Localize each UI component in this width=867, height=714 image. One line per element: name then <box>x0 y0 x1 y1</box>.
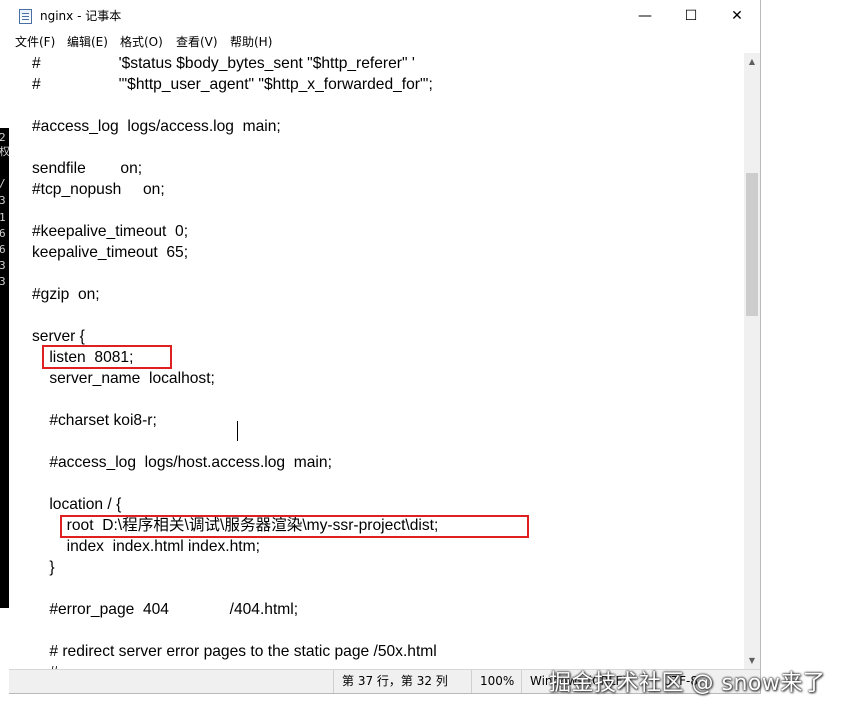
status-zoom: 100% <box>471 670 521 693</box>
background-terminal: 2 权 / 3 1 6 6 3 3 <box>0 128 9 608</box>
menu-file[interactable]: 文件(F) <box>15 34 55 51</box>
editor-line[interactable] <box>32 620 438 641</box>
editor-line[interactable]: #keepalive_timeout 0; <box>32 221 438 242</box>
menu-view[interactable]: 查看(V) <box>176 34 218 51</box>
scroll-up-arrow-icon[interactable]: ▲ <box>744 53 760 70</box>
menu-help[interactable]: 帮助(H) <box>230 34 272 51</box>
editor-line[interactable] <box>32 473 438 494</box>
watermark: 掘金技术社区 @ snow来了 <box>549 671 826 696</box>
highlight-root <box>60 515 529 538</box>
highlight-listen <box>42 345 172 369</box>
terminal-char: 6 <box>0 228 6 240</box>
scroll-thumb[interactable] <box>746 173 758 316</box>
minimize-button[interactable]: — <box>622 0 668 32</box>
title-bar[interactable]: nginx - 记事本 — ☐ ✕ <box>9 0 760 33</box>
maximize-button[interactable]: ☐ <box>668 0 714 32</box>
terminal-char: 1 <box>0 212 6 224</box>
editor-line[interactable]: # redirect server error pages to the sta… <box>32 641 438 662</box>
editor-line[interactable]: #gzip on; <box>32 284 438 305</box>
text-editor[interactable]: # '$status $body_bytes_sent "$http_refer… <box>9 53 744 669</box>
editor-line[interactable]: #error_page 404 /404.html; <box>32 599 438 620</box>
editor-line[interactable]: # '"$http_user_agent" "$http_x_forwarded… <box>32 74 438 95</box>
editor-line[interactable] <box>32 431 438 452</box>
status-position: 第 37 行，第 32 列 <box>333 670 482 693</box>
editor-line[interactable] <box>32 305 438 326</box>
menu-edit[interactable]: 编辑(E) <box>67 34 108 51</box>
editor-line[interactable]: # <box>32 662 438 669</box>
notepad-window: nginx - 记事本 — ☐ ✕ 文件(F) 编辑(E) 格式(O) 查看(V… <box>9 0 761 694</box>
terminal-char: 2 <box>0 132 6 144</box>
editor-line[interactable]: #access_log logs/host.access.log main; <box>32 452 438 473</box>
editor-line[interactable] <box>32 200 438 221</box>
close-button[interactable]: ✕ <box>714 0 760 32</box>
editor-line[interactable]: #charset koi8-r; <box>32 410 438 431</box>
editor-line[interactable]: #tcp_nopush on; <box>32 179 438 200</box>
editor-line[interactable]: sendfile on; <box>32 158 438 179</box>
editor-line[interactable]: # '$status $body_bytes_sent "$http_refer… <box>32 53 438 74</box>
editor-line[interactable]: server { <box>32 326 438 347</box>
menu-format[interactable]: 格式(O) <box>120 34 163 51</box>
terminal-char: 3 <box>0 195 6 207</box>
text-caret <box>237 421 238 441</box>
notepad-icon <box>19 9 32 24</box>
terminal-char: 3 <box>0 260 6 272</box>
vertical-scrollbar[interactable]: ▲ ▼ <box>744 53 760 669</box>
terminal-char: 3 <box>0 276 6 288</box>
terminal-char: / <box>0 178 9 190</box>
editor-line[interactable]: #access_log logs/access.log main; <box>32 116 438 137</box>
window-title: nginx - 记事本 <box>40 9 122 23</box>
editor-line[interactable] <box>32 95 438 116</box>
editor-line[interactable]: server_name localhost; <box>32 368 438 389</box>
editor-line[interactable]: } <box>32 557 438 578</box>
menu-bar: 文件(F) 编辑(E) 格式(O) 查看(V) 帮助(H) <box>9 33 760 53</box>
editor-line[interactable]: keepalive_timeout 65; <box>32 242 438 263</box>
editor-line[interactable]: location / { <box>32 494 438 515</box>
editor-line[interactable] <box>32 263 438 284</box>
editor-line[interactable] <box>32 578 438 599</box>
editor-line[interactable] <box>32 389 438 410</box>
editor-line[interactable] <box>32 137 438 158</box>
editor-line[interactable]: index index.html index.htm; <box>32 536 438 557</box>
terminal-char: 权 <box>0 146 9 158</box>
terminal-char: 6 <box>0 244 6 256</box>
